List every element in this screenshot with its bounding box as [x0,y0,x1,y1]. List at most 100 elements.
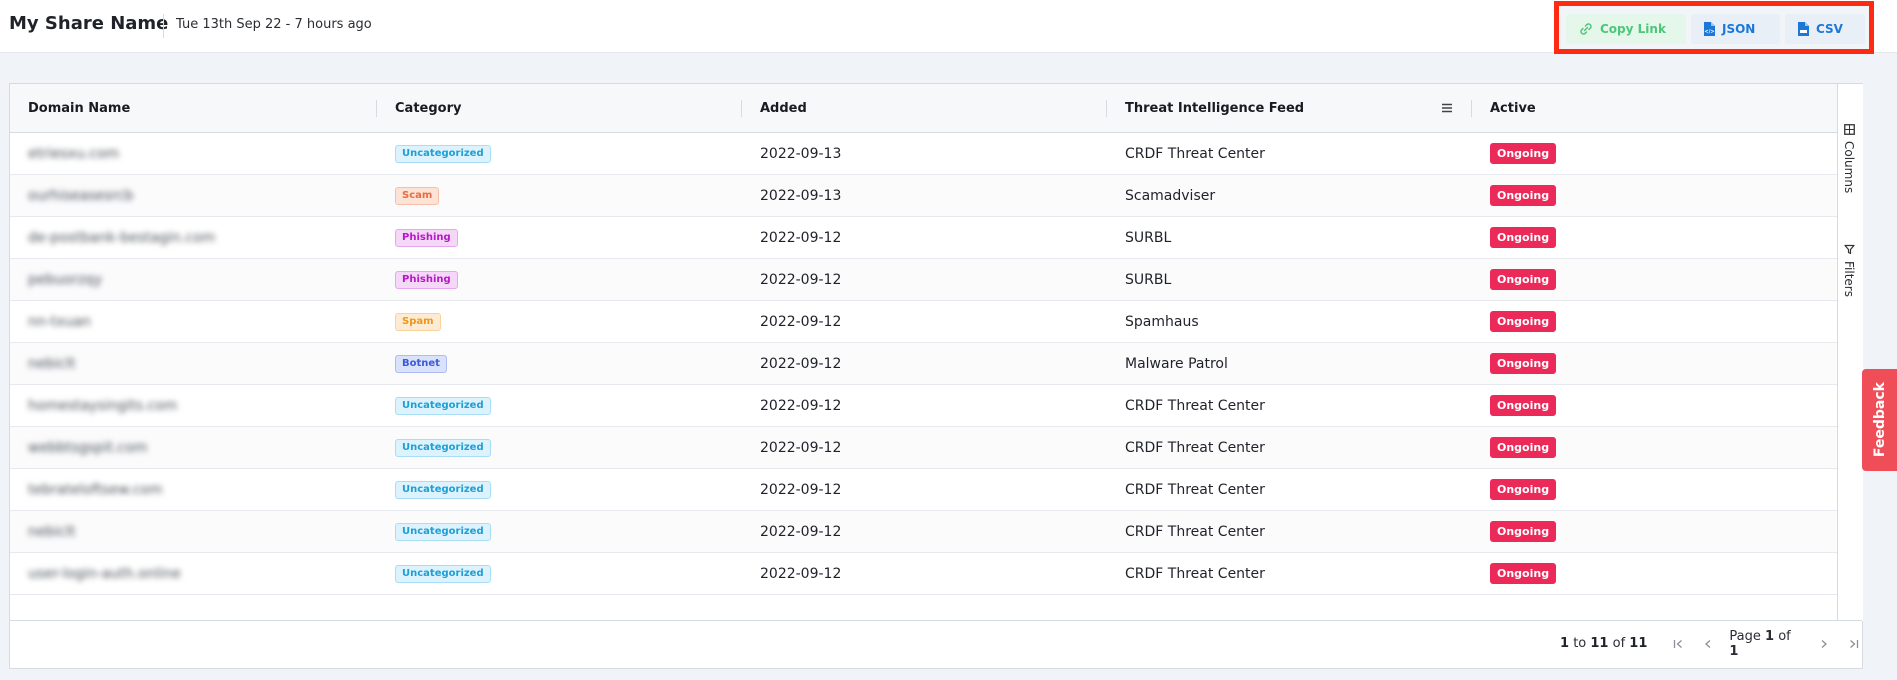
category-cell: Spam [395,301,441,342]
active-cell: Ongoing [1490,343,1557,384]
category-cell: Phishing [395,259,458,300]
active-cell: Ongoing [1490,553,1557,594]
feed-cell: SURBL [1125,229,1172,246]
link-icon [1580,23,1592,35]
status-badge: Ongoing [1490,353,1557,374]
column-header-active[interactable]: Active [1490,84,1536,132]
status-badge: Ongoing [1490,437,1557,458]
active-cell: Ongoing [1490,511,1557,552]
status-badge: Ongoing [1490,311,1557,332]
copy-link-button[interactable]: Copy Link [1566,14,1686,44]
domain-cell: homestaysingits.com [28,397,178,414]
columns-icon [1843,124,1855,135]
json-export-button[interactable]: </> JSON [1691,14,1780,44]
active-cell: Ongoing [1490,469,1557,510]
page-title: My Share Name [9,13,169,34]
column-header-domain[interactable]: Domain Name [28,84,130,132]
status-badge: Ongoing [1490,185,1557,206]
previous-page-button[interactable] [1700,636,1716,652]
feed-cell: CRDF Threat Center [1125,439,1265,456]
column-header-added[interactable]: Added [760,84,807,132]
category-badge: Phishing [395,228,458,247]
domain-cell: nebiclt [28,523,76,540]
domain-cell: user-login-auth.online [28,565,181,582]
table-header: Domain Name Category Added Threat Intell… [10,84,1837,133]
category-cell: Uncategorized [395,511,491,552]
csv-export-button[interactable]: CSV [1785,14,1865,44]
category-cell: Uncategorized [395,385,491,426]
first-page-icon [1673,640,1682,648]
next-page-button[interactable] [1817,636,1833,652]
table-row[interactable]: de-postbank-bestagin.com Phishing 2022-0… [10,217,1837,259]
export-actions-highlight: Copy Link </> JSON CSV [1554,1,1874,54]
feed-cell: CRDF Threat Center [1125,481,1265,498]
added-cell: 2022-09-12 [760,439,842,456]
table-row[interactable]: tebrateloftsew.com Uncategorized 2022-09… [10,469,1837,511]
feed-cell: CRDF Threat Center [1125,145,1265,162]
column-resizer[interactable] [741,100,742,117]
csv-file-icon [1798,22,1809,36]
status-badge: Ongoing [1490,521,1557,542]
added-cell: 2022-09-12 [760,565,842,582]
row-count-summary: 1 to 11 of 11 [1560,636,1648,651]
category-cell: Phishing [395,217,458,258]
feed-cell: SURBL [1125,271,1172,288]
added-cell: 2022-09-13 [760,145,842,162]
category-badge: Scam [395,186,440,205]
table-row[interactable]: nebiclt Botnet 2022-09-12 Malware Patrol… [10,343,1837,385]
feed-cell: CRDF Threat Center [1125,397,1265,414]
status-badge: Ongoing [1490,395,1557,416]
table-row[interactable]: nebiclt Uncategorized 2022-09-12 CRDF Th… [10,511,1837,553]
domain-cell: de-postbank-bestagin.com [28,229,216,246]
last-page-button[interactable] [1846,636,1862,652]
category-cell: Uncategorized [395,133,491,174]
domain-table: Domain Name Category Added Threat Intell… [9,83,1863,669]
added-cell: 2022-09-12 [760,397,842,414]
active-cell: Ongoing [1490,133,1557,174]
added-cell: 2022-09-12 [760,229,842,246]
table-row[interactable]: etriesxu.com Uncategorized 2022-09-13 CR… [10,133,1837,175]
first-page-button[interactable] [1670,636,1686,652]
category-badge: Uncategorized [395,522,491,541]
feed-cell: CRDF Threat Center [1125,523,1265,540]
status-badge: Ongoing [1490,143,1557,164]
category-cell: Scam [395,175,440,216]
table-row[interactable]: webbtsgspit.com Uncategorized 2022-09-12… [10,427,1837,469]
svg-text:</>: </> [1704,29,1714,35]
filters-tab[interactable]: Filters [1842,244,1856,297]
table-row[interactable]: nn-txuan Spam 2022-09-12 Spamhaus Ongoin… [10,301,1837,343]
domain-cell: nebiclt [28,355,76,372]
added-cell: 2022-09-12 [760,313,842,330]
csv-label: CSV [1816,22,1843,36]
last-page-icon [1850,640,1859,648]
category-badge: Uncategorized [395,480,491,499]
table-row[interactable]: pebuorzqy Phishing 2022-09-12 SURBL Ongo… [10,259,1837,301]
column-header-category[interactable]: Category [395,84,461,132]
added-cell: 2022-09-12 [760,481,842,498]
domain-cell: ourhiseasesrcb [28,187,134,204]
column-resizer[interactable] [1106,100,1107,117]
active-cell: Ongoing [1490,217,1557,258]
feedback-label: Feedback [1871,382,1888,458]
category-badge: Botnet [395,354,447,373]
column-header-feed[interactable]: Threat Intelligence Feed [1125,84,1304,132]
active-cell: Ongoing [1490,301,1557,342]
active-cell: Ongoing [1490,427,1557,468]
status-badge: Ongoing [1490,227,1557,248]
feed-cell: Malware Patrol [1125,355,1228,372]
table-row[interactable]: ourhiseasesrcb Scam 2022-09-13 Scamadvis… [10,175,1837,217]
table-row[interactable]: homestaysingits.com Uncategorized 2022-0… [10,385,1837,427]
category-cell: Uncategorized [395,469,491,510]
column-resizer[interactable] [1471,100,1472,117]
status-badge: Ongoing [1490,269,1557,290]
category-cell: Uncategorized [395,553,491,594]
feedback-button[interactable]: Feedback [1862,369,1897,471]
column-menu-icon[interactable] [1440,101,1454,115]
columns-tab[interactable]: Columns [1842,124,1856,193]
domain-cell: tebrateloftsew.com [28,481,163,498]
title-divider [163,14,164,38]
json-label: JSON [1722,22,1756,36]
column-resizer[interactable] [376,100,377,117]
table-row[interactable]: user-login-auth.online Uncategorized 202… [10,553,1837,595]
category-badge: Uncategorized [395,564,491,583]
